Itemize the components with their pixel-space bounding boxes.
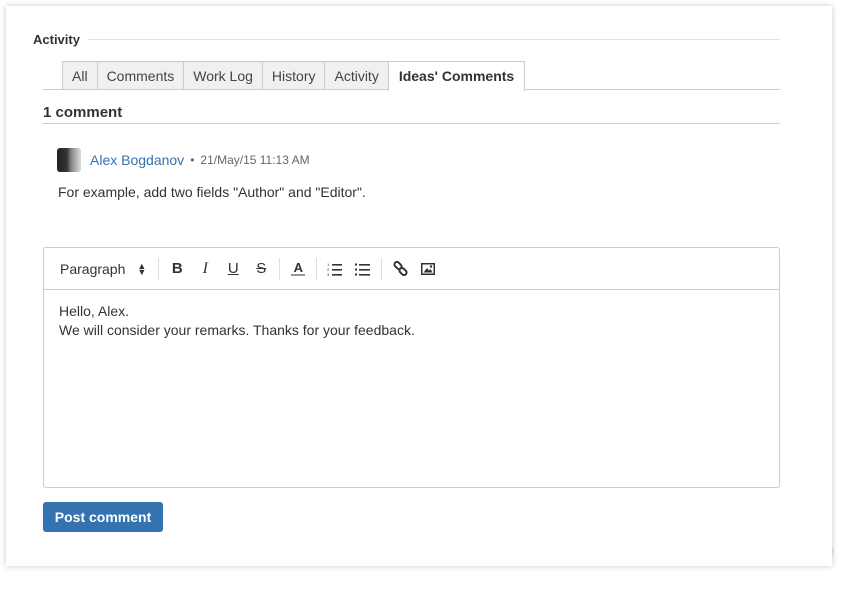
bullet-list-icon xyxy=(355,263,371,276)
editor-text-area[interactable]: Hello, Alex. We will consider your remar… xyxy=(44,290,779,352)
comment-body: For example, add two fields "Author" and… xyxy=(58,184,366,200)
bullet-list-button[interactable] xyxy=(349,255,377,283)
text-color-button[interactable]: A xyxy=(284,255,312,283)
editor-line: We will consider your remarks. Thanks fo… xyxy=(59,322,415,338)
insert-image-button[interactable] xyxy=(414,255,442,283)
tab-history[interactable]: History xyxy=(261,61,325,89)
avatar[interactable] xyxy=(57,148,81,172)
tab-all[interactable]: All xyxy=(62,61,97,89)
insert-link-button[interactable] xyxy=(386,255,414,283)
image-icon xyxy=(421,262,436,275)
link-icon xyxy=(393,261,408,276)
text-color-icon: A xyxy=(293,260,303,275)
meta-separator: • xyxy=(190,153,195,167)
format-select-value: Paragraph xyxy=(60,260,126,277)
svg-text:3: 3 xyxy=(327,272,330,276)
format-select[interactable]: Paragraph ▲ ▼ xyxy=(52,261,154,277)
toolbar-divider xyxy=(158,257,160,280)
sort-caret-icon: ▲ ▼ xyxy=(137,260,147,277)
post-comment-button[interactable]: Post comment xyxy=(43,502,163,532)
numbered-list-icon: 1 2 3 xyxy=(327,262,343,276)
tab-comments[interactable]: Comments xyxy=(96,61,184,89)
tab-ideas-comments[interactable]: Ideas' Comments xyxy=(387,61,526,91)
editor-line: Hello, Alex. xyxy=(59,303,130,319)
tab-activity[interactable]: Activity xyxy=(324,61,388,89)
comment-timestamp[interactable]: 21/May/15 11:13 AM xyxy=(200,153,309,167)
text-color-swatch xyxy=(291,274,306,276)
comment-author-link[interactable]: Alex Bogdanov xyxy=(90,152,184,168)
strikethrough-button[interactable]: S xyxy=(247,255,275,283)
comment-editor: Paragraph ▲ ▼ B I U S A 1 2 3 Hello, Ale… xyxy=(43,247,780,488)
editor-toolbar: Paragraph ▲ ▼ B I U S A 1 2 3 xyxy=(44,248,779,290)
toolbar-divider xyxy=(279,257,281,280)
section-title: Activity xyxy=(33,32,80,47)
toolbar-divider xyxy=(381,257,383,280)
comment-header: Alex Bogdanov • 21/May/15 11:13 AM xyxy=(57,148,366,172)
comment-item: Alex Bogdanov • 21/May/15 11:13 AM For e… xyxy=(57,148,366,200)
underline-button[interactable]: U xyxy=(219,255,247,283)
comment-count: 1 comment xyxy=(43,104,780,124)
activity-section-header: Activity xyxy=(33,32,780,47)
tab-work-log[interactable]: Work Log xyxy=(183,61,262,89)
numbered-list-button[interactable]: 1 2 3 xyxy=(321,255,349,283)
activity-tabs: All Comments Work Log History Activity I… xyxy=(43,61,780,91)
toolbar-divider xyxy=(316,257,318,280)
bold-button[interactable]: B xyxy=(163,255,191,283)
section-divider xyxy=(87,39,780,40)
italic-button[interactable]: I xyxy=(191,255,219,283)
